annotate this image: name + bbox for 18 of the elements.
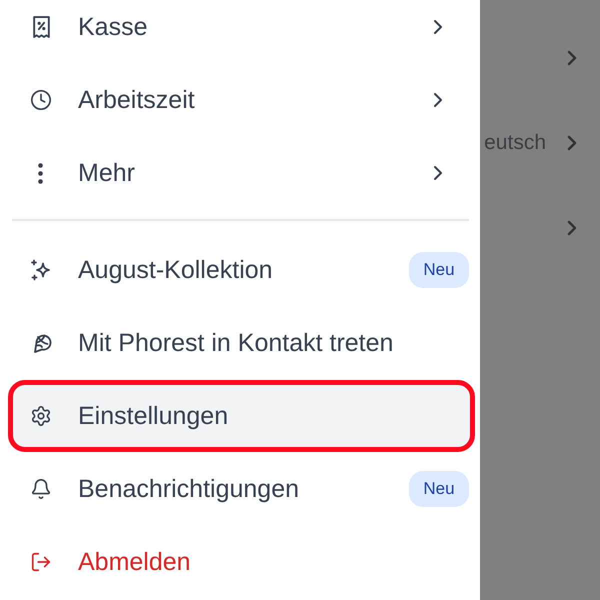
menu-item[interactable]: Einstellungen [8, 380, 475, 452]
setting-value: eutsch [484, 130, 546, 154]
menu-item[interactable]: Mehr [8, 137, 475, 209]
new-badge: Neu [409, 252, 469, 288]
menu-item[interactable]: Mit Phorest in Kontakt treten [8, 307, 475, 379]
clock-icon [30, 89, 52, 111]
more-vertical-icon [38, 162, 43, 184]
menu-item[interactable]: Arbeitszeit [8, 64, 475, 136]
menu-item[interactable]: Kasse [8, 0, 475, 63]
receipt-percent-icon [32, 16, 51, 38]
new-badge: Neu [409, 471, 469, 507]
sparkles-icon [30, 259, 52, 281]
bell-icon [30, 478, 52, 500]
settings-icon [30, 405, 52, 427]
menu-item[interactable]: Benachrichtigungen Neu [8, 453, 475, 525]
logout-menu-item[interactable]: Abmelden [8, 526, 475, 598]
menu-item[interactable]: August-Kollektion Neu [8, 234, 475, 306]
logout-icon [30, 551, 52, 573]
